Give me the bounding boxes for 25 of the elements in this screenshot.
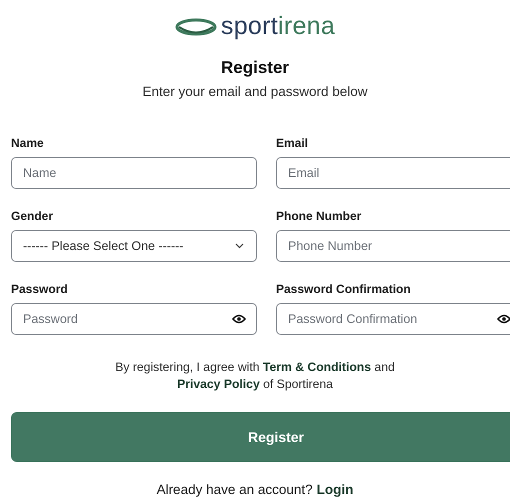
input-field[interactable]: Phone Number xyxy=(276,230,510,262)
input-field[interactable]: Email xyxy=(276,157,510,189)
password-field[interactable]: Password Confirmation xyxy=(276,303,510,335)
agreement-link[interactable]: Privacy Policy xyxy=(177,377,260,391)
field-label: Gender xyxy=(11,209,54,223)
gender-select[interactable]: ------ Please Select One ------ xyxy=(11,230,257,262)
password-field[interactable]: Password xyxy=(11,303,257,335)
field-label: Password xyxy=(11,282,69,296)
field-label: Email xyxy=(276,136,310,150)
input-field[interactable]: Name xyxy=(11,157,257,189)
logo-wordmark: sportirena xyxy=(220,12,336,41)
login-link[interactable]: Login xyxy=(316,482,354,497)
chevron-down-icon xyxy=(235,243,244,249)
eye-icon[interactable] xyxy=(497,314,510,324)
field-label: Name xyxy=(11,136,45,150)
eye-icon[interactable] xyxy=(232,314,246,324)
subtitle: Enter your email and password below xyxy=(142,84,368,99)
agreement-text: By registering, I agree with Term & Conditions and Privacy Policy of Sportirena xyxy=(115,359,395,393)
logo-icon xyxy=(174,18,217,36)
login-prompt: Already have an account? xyxy=(156,482,313,497)
agreement-link[interactable]: Term & Conditions xyxy=(262,360,372,374)
field-label: Password Confirmation xyxy=(276,282,412,296)
field-label: Phone Number xyxy=(276,209,362,223)
register-button[interactable]: Register xyxy=(11,412,510,462)
page-title: Register xyxy=(220,58,290,78)
